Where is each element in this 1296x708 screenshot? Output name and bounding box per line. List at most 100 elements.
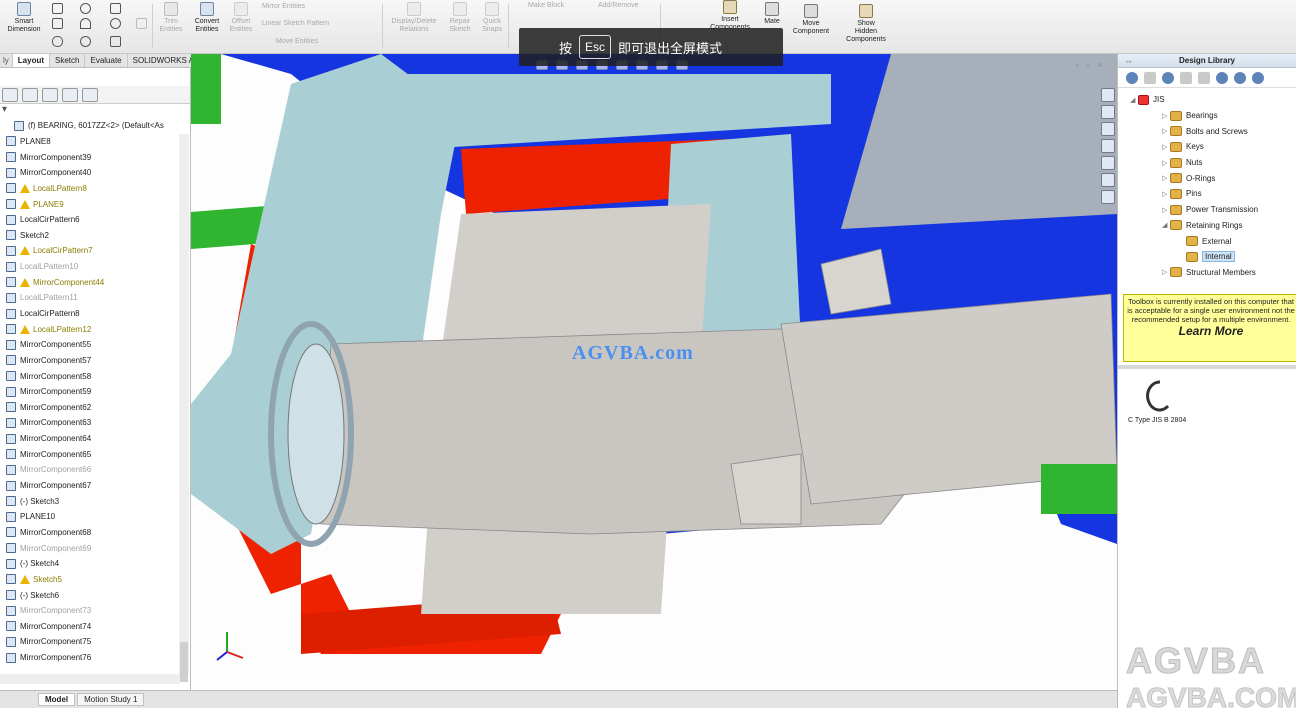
expand-arrow-icon[interactable]: ▷	[1162, 206, 1170, 214]
tree-item[interactable]: LocalCirPattern6	[6, 212, 190, 228]
tab-motion-study[interactable]: Motion Study 1	[77, 693, 145, 706]
design-library-icon[interactable]	[1101, 122, 1115, 136]
tree-item[interactable]: LocalLPattern8	[6, 181, 190, 197]
mate-button[interactable]: Mate	[758, 2, 786, 26]
text-icon[interactable]	[136, 18, 147, 29]
tab-evaluate[interactable]: Evaluate	[85, 54, 128, 67]
library-folder[interactable]: Internal	[1118, 249, 1296, 265]
tree-item[interactable]: MirrorComponent64	[6, 431, 190, 447]
smart-dimension-button[interactable]: Smart Dimension	[4, 2, 44, 34]
collapse-arrow-icon[interactable]: ◢	[1130, 96, 1138, 104]
property-manager-icon[interactable]	[22, 87, 38, 102]
tree-vertical-scrollbar[interactable]	[179, 134, 189, 682]
expand-arrow-icon[interactable]: ▷	[1162, 143, 1170, 151]
tree-item[interactable]: PLANE9	[6, 196, 190, 212]
view-palette-icon[interactable]	[1101, 190, 1115, 204]
minimize-icon[interactable]: ▫	[1075, 60, 1078, 70]
make-block-button[interactable]: Make Block	[528, 2, 564, 9]
library-folder[interactable]: ▷ Pins	[1118, 186, 1296, 202]
tree-item[interactable]: MirrorComponent62	[6, 400, 190, 416]
arc-icon[interactable]	[80, 18, 91, 29]
tree-item[interactable]: MirrorComponent39	[6, 149, 190, 165]
tree-item[interactable]: (-) Sketch4	[6, 556, 190, 572]
retaining-ring-icon[interactable]	[1130, 376, 1180, 416]
point-icon[interactable]	[80, 36, 91, 47]
repair-sketch-button[interactable]: Repair Sketch	[446, 2, 474, 34]
expand-arrow-icon[interactable]: ▷	[1162, 268, 1170, 276]
tree-item[interactable]: MirrorComponent63	[6, 415, 190, 431]
tree-item[interactable]: MirrorComponent67	[6, 478, 190, 494]
tree-horizontal-scrollbar[interactable]	[0, 674, 180, 684]
tree-item[interactable]: MirrorComponent69	[6, 540, 190, 556]
tree-item[interactable]: MirrorComponent74	[6, 619, 190, 635]
library-root[interactable]: ◢ JIS	[1118, 92, 1296, 108]
display-manager-icon[interactable]	[82, 87, 98, 102]
library-folder[interactable]: ▷ Power Transmission	[1118, 202, 1296, 218]
expand-arrow-icon[interactable]: ◢	[1162, 221, 1170, 229]
tree-item[interactable]: LocalCirPattern8	[6, 306, 190, 322]
configuration-manager-icon[interactable]	[42, 87, 58, 102]
panel-splitter[interactable]	[1118, 365, 1296, 369]
show-hidden-components-button[interactable]: Show Hidden Components	[840, 4, 892, 44]
tree-item[interactable]: MirrorComponent73	[6, 603, 190, 619]
expand-arrow-icon[interactable]: ▷	[1162, 159, 1170, 167]
library-folder[interactable]: ◢ Retaining Rings	[1118, 218, 1296, 234]
tree-item[interactable]: MirrorComponent75	[6, 634, 190, 650]
back-icon[interactable]	[1126, 71, 1138, 84]
filter-icon[interactable]: ▾	[0, 104, 190, 118]
spline-icon[interactable]	[110, 3, 121, 14]
pin-icon[interactable]: ⇔	[1124, 54, 1133, 68]
polygon-icon[interactable]	[110, 18, 121, 29]
tree-item[interactable]: MirrorComponent68	[6, 525, 190, 541]
tab-model[interactable]: Model	[38, 693, 76, 706]
add-remove-button[interactable]: Add/Remove	[598, 2, 638, 9]
dimxpert-icon[interactable]	[62, 87, 78, 102]
library-folder[interactable]: ▷ Keys	[1118, 139, 1296, 155]
tree-item[interactable]: PLANE10	[6, 509, 190, 525]
slot-icon[interactable]	[52, 36, 63, 47]
tree-item[interactable]: Sketch5	[6, 572, 190, 588]
create-folder-icon[interactable]	[1198, 71, 1210, 84]
expand-arrow-icon[interactable]: ▷	[1162, 127, 1170, 135]
rectangle-icon[interactable]	[52, 18, 63, 29]
tree-item[interactable]: MirrorComponent57	[6, 353, 190, 369]
graphics-viewport[interactable]: ▫ ▫ ×	[191, 54, 1117, 690]
refresh-icon[interactable]	[1216, 71, 1228, 84]
help-icon[interactable]	[1252, 71, 1264, 84]
learn-more-link[interactable]: Learn More	[1127, 325, 1295, 337]
tree-item[interactable]: PLANE8	[6, 134, 190, 150]
display-delete-relations-button[interactable]: Display/Delete Relations	[386, 2, 442, 34]
quick-snaps-button[interactable]: Quick Snaps	[478, 2, 506, 34]
expand-arrow-icon[interactable]: ▷	[1162, 174, 1170, 182]
tree-item[interactable]: MirrorComponent65	[6, 446, 190, 462]
tab-layout[interactable]: Layout	[12, 54, 51, 67]
tree-item[interactable]: MirrorComponent59	[6, 384, 190, 400]
expand-arrow-icon[interactable]: ▷	[1162, 190, 1170, 198]
tree-item[interactable]: MirrorComponent40	[6, 165, 190, 181]
tree-item[interactable]: MirrorComponent44	[6, 274, 190, 290]
move-entities-button[interactable]: Move Entities	[276, 38, 318, 45]
tab-sketch[interactable]: Sketch	[50, 54, 86, 67]
tree-item[interactable]: LocalCirPattern7	[6, 243, 190, 259]
library-folder[interactable]: ▷ O-Rings	[1118, 170, 1296, 186]
tree-item[interactable]: MirrorComponent58	[6, 368, 190, 384]
trim-entities-button[interactable]: Trim Entities	[156, 2, 186, 34]
library-folder[interactable]: ▷ Bearings	[1118, 108, 1296, 124]
home-icon[interactable]	[1101, 88, 1115, 102]
fillet-icon[interactable]	[110, 36, 121, 47]
mirror-entities-button[interactable]: Mirror Entities	[262, 3, 305, 10]
library-folder[interactable]: ▷ Nuts	[1118, 155, 1296, 171]
library-folder[interactable]: ▷ Structural Members	[1118, 265, 1296, 281]
tree-item[interactable]: LocalLPattern12	[6, 321, 190, 337]
circle-icon[interactable]	[80, 3, 91, 14]
add-file-location-icon[interactable]	[1180, 71, 1192, 84]
file-explorer-icon[interactable]	[1101, 139, 1115, 153]
move-component-button[interactable]: Move Component	[788, 4, 834, 36]
convert-entities-button[interactable]: Convert Entities	[190, 2, 224, 34]
add-to-library-icon[interactable]	[1162, 71, 1174, 84]
tree-item[interactable]: MirrorComponent55	[6, 337, 190, 353]
tree-item[interactable]: LocalLPattern10	[6, 259, 190, 275]
library-folder[interactable]: ▷ Bolts and Screws	[1118, 123, 1296, 139]
tree-item[interactable]: Sketch2	[6, 227, 190, 243]
library-folder[interactable]: External	[1118, 233, 1296, 249]
